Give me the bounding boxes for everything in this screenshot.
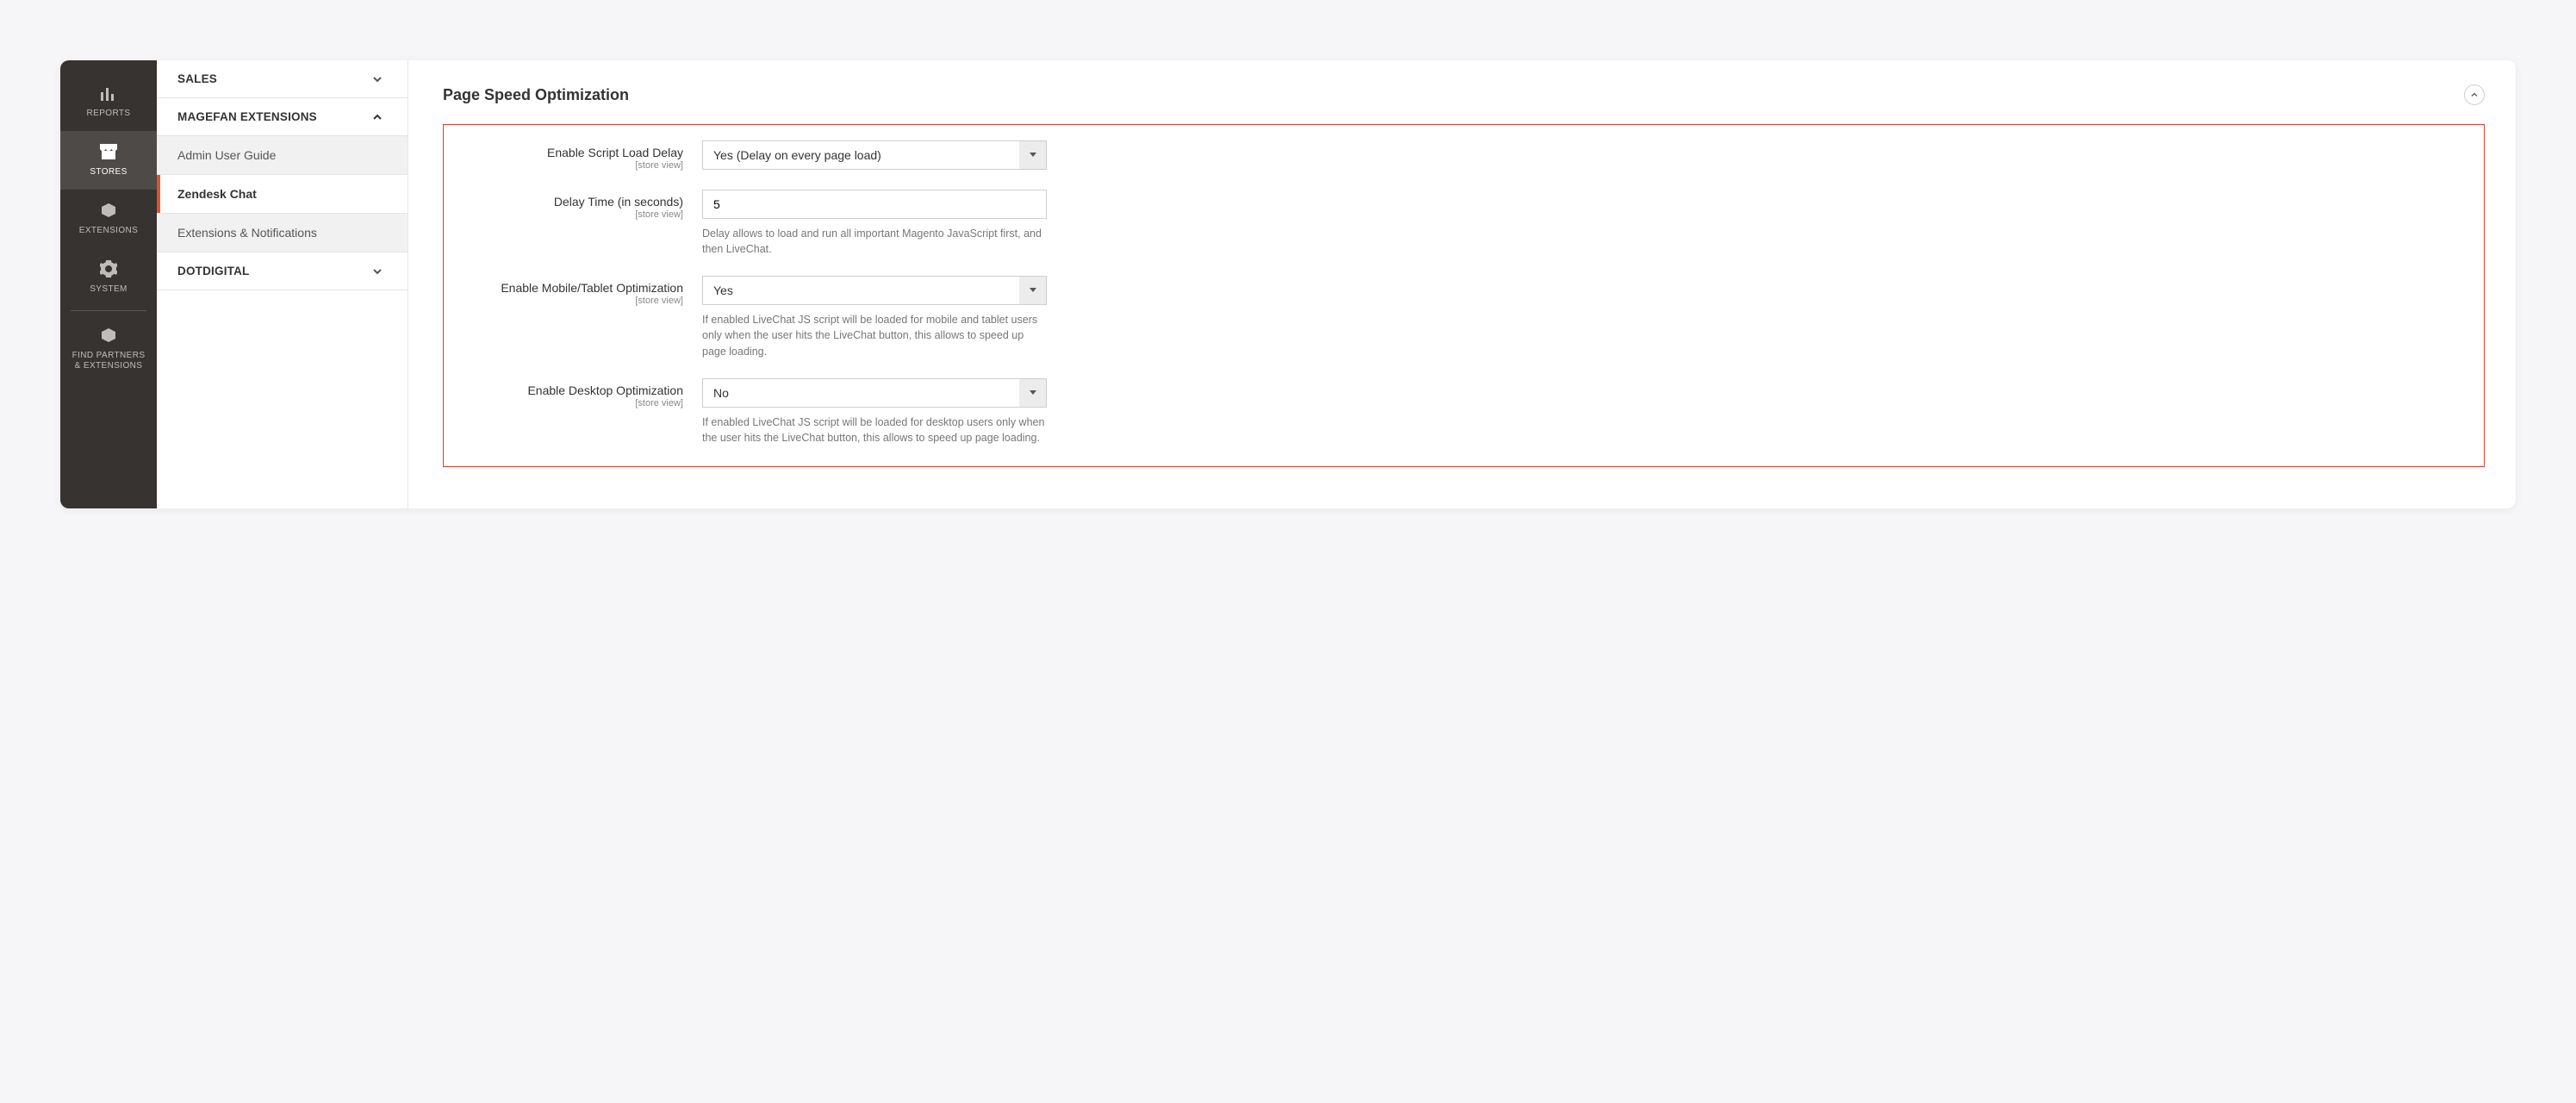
tree-item-admin-user-guide[interactable]: Admin User Guide [157, 136, 408, 175]
help-text: If enabled LiveChat JS script will be lo… [702, 312, 1047, 358]
field-control-col: No If enabled LiveChat JS script will be… [702, 378, 1047, 446]
gear-icon [64, 257, 153, 281]
tree-section-dotdigital[interactable]: DOTDIGITAL [157, 252, 408, 290]
nav-label: REPORTS [64, 109, 153, 119]
tree-item-extensions-notifications[interactable]: Extensions & Notifications [157, 214, 408, 252]
field-label: Enable Script Load Delay [547, 146, 683, 159]
field-desktop-optimization: Enable Desktop Optimization [store view]… [461, 378, 2453, 446]
select-value: Yes (Delay on every page load) [702, 140, 1047, 170]
field-label: Enable Mobile/Tablet Optimization [501, 281, 683, 295]
field-label: Delay Time (in seconds) [554, 195, 683, 209]
nav-system[interactable]: SYSTEM [60, 248, 157, 307]
script-delay-select[interactable]: Yes (Delay on every page load) [702, 140, 1047, 170]
tree-section-label: DOTDIGITAL [177, 265, 250, 277]
config-tree: SALES MAGEFAN EXTENSIONS Admin User Guid… [157, 60, 408, 508]
tree-item-zendesk-chat[interactable]: Zendesk Chat [157, 175, 408, 214]
scope-text: [store view] [461, 160, 683, 171]
tree-item-label: Extensions & Notifications [177, 226, 317, 240]
field-label-col: Delay Time (in seconds) [store view] [461, 190, 702, 220]
help-text: If enabled LiveChat JS script will be lo… [702, 414, 1047, 446]
nav-find-partners[interactable]: FIND PARTNERS & EXTENSIONS [60, 315, 157, 383]
nav-stores[interactable]: STORES [60, 131, 157, 190]
tree-section-magefan[interactable]: MAGEFAN EXTENSIONS [157, 98, 408, 136]
collapse-section-button[interactable] [2464, 84, 2485, 105]
mobile-optimization-select[interactable]: Yes [702, 276, 1047, 305]
section-title: Page Speed Optimization [443, 86, 629, 104]
desktop-optimization-select[interactable]: No [702, 378, 1047, 408]
scope-text: [store view] [461, 296, 683, 306]
nav-label: STORES [64, 167, 153, 178]
select-value: No [702, 378, 1047, 408]
main-panel: Page Speed Optimization Enable Script Lo… [408, 60, 2516, 508]
tree-section-label: SALES [177, 72, 217, 85]
tree-section-label: MAGEFAN EXTENSIONS [177, 110, 317, 123]
tree-item-label: Admin User Guide [177, 148, 276, 162]
field-control-col: Yes If enabled LiveChat JS script will b… [702, 276, 1047, 358]
storefront-icon [64, 140, 153, 164]
nav-label: FIND PARTNERS & EXTENSIONS [64, 351, 153, 371]
nav-divider [71, 310, 146, 311]
nav-label: SYSTEM [64, 284, 153, 295]
tree-item-label: Zendesk Chat [177, 187, 257, 201]
help-text: Delay allows to load and run all importa… [702, 226, 1047, 257]
bar-chart-icon [64, 81, 153, 105]
chevron-up-icon [371, 111, 383, 123]
field-delay-time: Delay Time (in seconds) [store view] Del… [461, 190, 2453, 257]
field-script-delay: Enable Script Load Delay [store view] Ye… [461, 140, 2453, 171]
field-label-col: Enable Desktop Optimization [store view] [461, 378, 702, 408]
select-value: Yes [702, 276, 1047, 305]
field-control-col: Yes (Delay on every page load) [702, 140, 1047, 170]
scope-text: [store view] [461, 398, 683, 408]
chevron-down-icon [371, 265, 383, 277]
delay-time-input[interactable] [702, 190, 1047, 219]
section-header: Page Speed Optimization [443, 78, 2485, 121]
chevron-down-icon [371, 73, 383, 85]
field-control-col: Delay allows to load and run all importa… [702, 190, 1047, 257]
block-icon [64, 198, 153, 222]
nav-reports[interactable]: REPORTS [60, 72, 157, 131]
field-mobile-optimization: Enable Mobile/Tablet Optimization [store… [461, 276, 2453, 358]
admin-window: REPORTS STORES EXTENSIONS SYSTEM F [60, 60, 2516, 508]
highlighted-settings-group: Enable Script Load Delay [store view] Ye… [443, 124, 2485, 467]
nav-extensions[interactable]: EXTENSIONS [60, 190, 157, 248]
field-label-col: Enable Script Load Delay [store view] [461, 140, 702, 171]
scope-text: [store view] [461, 209, 683, 220]
field-label: Enable Desktop Optimization [527, 383, 683, 397]
block-icon [64, 323, 153, 347]
admin-nav-strip: REPORTS STORES EXTENSIONS SYSTEM F [60, 60, 157, 508]
field-label-col: Enable Mobile/Tablet Optimization [store… [461, 276, 702, 306]
tree-section-sales[interactable]: SALES [157, 60, 408, 98]
nav-label: EXTENSIONS [64, 226, 153, 236]
chevron-up-icon [2470, 88, 2479, 102]
